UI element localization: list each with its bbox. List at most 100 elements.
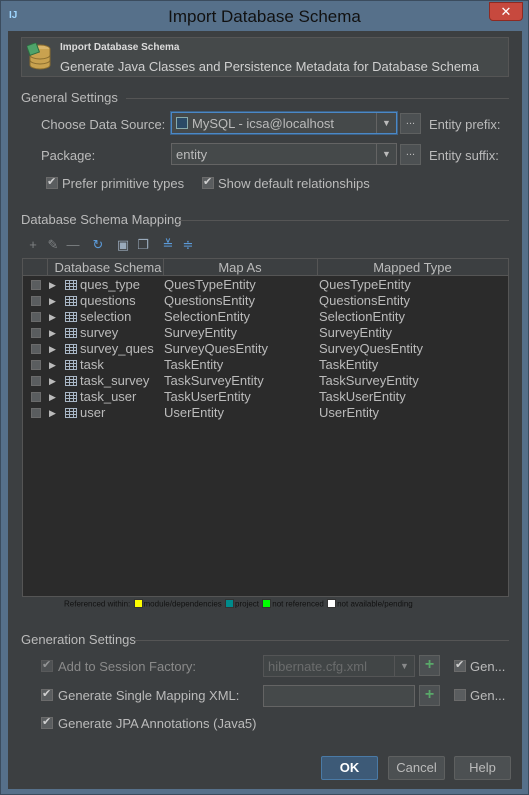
column-header-mapped-type[interactable]: Mapped Type — [317, 260, 508, 275]
table-row[interactable]: ▶ survey SurveyEntity SurveyEntity — [23, 325, 508, 341]
show-default-relationships-checkbox[interactable] — [202, 175, 214, 189]
cell-mapped-type[interactable]: TaskSurveyEntity — [319, 373, 419, 389]
close-button[interactable]: ✕ — [489, 2, 523, 21]
table-icon — [65, 408, 77, 418]
cell-mapped-type[interactable]: QuestionsEntity — [319, 293, 410, 309]
cancel-button[interactable]: Cancel — [388, 756, 445, 780]
package-value: entity — [176, 147, 208, 162]
cell-map-as[interactable]: TaskUserEntity — [164, 389, 251, 405]
chevron-down-icon[interactable]: ▼ — [376, 144, 396, 164]
cell-map-as[interactable]: TaskSurveyEntity — [164, 373, 264, 389]
column-header-map-as[interactable]: Map As — [163, 260, 317, 275]
remove-icon[interactable]: — — [65, 237, 81, 253]
data-source-browse-button[interactable]: ... — [400, 113, 421, 134]
select-all-icon[interactable]: ▣ — [115, 237, 131, 253]
table-icon — [65, 360, 77, 370]
section-divider — [126, 98, 509, 99]
cell-schema: survey_ques — [80, 341, 154, 356]
cell-map-as[interactable]: SurveyEntity — [164, 325, 237, 341]
table-icon — [65, 392, 77, 402]
ok-button[interactable]: OK — [321, 756, 378, 780]
collapse-all-icon[interactable]: ≑ — [180, 237, 196, 253]
cell-map-as[interactable]: QuesTypeEntity — [164, 277, 256, 293]
cell-map-as[interactable]: TaskEntity — [164, 357, 223, 373]
schema-mapping-table[interactable]: Database Schema Map As Mapped Type ▶ que… — [22, 258, 509, 597]
session-factory-select[interactable]: hibernate.cfg.xml ▼ — [263, 655, 415, 677]
cell-mapped-type[interactable]: TaskEntity — [319, 357, 378, 373]
package-browse-button[interactable]: ... — [400, 144, 421, 165]
column-separator — [47, 259, 48, 276]
jpa-annotations-checkbox[interactable] — [41, 715, 53, 729]
legend-label: module/dependencies — [143, 599, 222, 609]
cell-mapped-type[interactable]: SurveyEntity — [319, 325, 392, 341]
table-row[interactable]: ▶ survey_ques SurveyQuesEntity SurveyQue… — [23, 341, 508, 357]
prefer-primitive-label: Prefer primitive types — [62, 176, 185, 191]
table-row[interactable]: ▶ task TaskEntity TaskEntity — [23, 357, 508, 373]
edit-icon[interactable]: ✎ — [45, 237, 61, 253]
chevron-down-icon[interactable]: ▼ — [376, 113, 396, 133]
cell-mapped-type[interactable]: TaskUserEntity — [319, 389, 406, 405]
table-row[interactable]: ▶ selection SelectionEntity SelectionEnt… — [23, 309, 508, 325]
row-checkbox[interactable] — [31, 280, 41, 290]
row-checkbox[interactable] — [31, 376, 41, 386]
cell-map-as[interactable]: UserEntity — [164, 405, 224, 421]
row-checkbox[interactable] — [31, 344, 41, 354]
row-checkbox[interactable] — [31, 392, 41, 402]
cell-schema: survey — [80, 325, 119, 340]
expand-arrow-icon[interactable]: ▶ — [49, 357, 56, 373]
expand-arrow-icon[interactable]: ▶ — [49, 373, 56, 389]
cell-map-as[interactable]: SurveyQuesEntity — [164, 341, 268, 357]
expand-arrow-icon[interactable]: ▶ — [49, 389, 56, 405]
row-checkbox[interactable] — [31, 408, 41, 418]
expand-arrow-icon[interactable]: ▶ — [49, 309, 56, 325]
window-title: Import Database Schema — [168, 7, 361, 26]
expand-arrow-icon[interactable]: ▶ — [49, 293, 56, 309]
table-row[interactable]: ▶ task_survey TaskSurveyEntity TaskSurve… — [23, 373, 508, 389]
banner-title: Import Database Schema — [60, 42, 180, 53]
single-mapping-xml-checkbox[interactable] — [41, 687, 53, 701]
unselect-all-icon[interactable]: ❐ — [135, 237, 151, 253]
gen-checkbox-2[interactable] — [454, 689, 466, 701]
cell-map-as[interactable]: QuestionsEntity — [164, 293, 255, 309]
add-icon[interactable]: + — [25, 237, 41, 253]
expand-arrow-icon[interactable]: ▶ — [49, 405, 56, 421]
cell-mapped-type[interactable]: SelectionEntity — [319, 309, 405, 325]
column-header-schema[interactable]: Database Schema — [53, 260, 163, 275]
table-row[interactable]: ▶ user UserEntity UserEntity — [23, 405, 508, 421]
gen-checkbox-1[interactable] — [454, 658, 466, 672]
expand-arrow-icon[interactable]: ▶ — [49, 277, 56, 293]
cell-mapped-type[interactable]: QuesTypeEntity — [319, 277, 411, 293]
table-header: Database Schema Map As Mapped Type — [23, 259, 508, 276]
legend-label: not available/pending — [337, 599, 413, 609]
table-icon — [65, 280, 77, 290]
table-row[interactable]: ▶ ques_type QuesTypeEntity QuesTypeEntit… — [23, 277, 508, 293]
single-mapping-xml-field[interactable] — [263, 685, 415, 707]
table-row[interactable]: ▶ task_user TaskUserEntity TaskUserEntit… — [23, 389, 508, 405]
help-button[interactable]: Help — [454, 756, 511, 780]
expand-all-icon[interactable]: ≚ — [160, 237, 176, 253]
datasource-icon — [176, 117, 188, 129]
row-checkbox[interactable] — [31, 360, 41, 370]
row-checkbox[interactable] — [31, 296, 41, 306]
chevron-down-icon[interactable]: ▼ — [394, 656, 414, 676]
prefer-primitive-checkbox[interactable] — [46, 175, 58, 189]
expand-arrow-icon[interactable]: ▶ — [49, 325, 56, 341]
cell-mapped-type[interactable]: SurveyQuesEntity — [319, 341, 423, 357]
cell-map-as[interactable]: SelectionEntity — [164, 309, 250, 325]
table-icon — [65, 296, 77, 306]
package-select[interactable]: entity ▼ — [171, 143, 397, 165]
general-settings-heading: General Settings — [21, 90, 118, 105]
table-icon — [65, 344, 77, 354]
cell-mapped-type[interactable]: UserEntity — [319, 405, 379, 421]
row-checkbox[interactable] — [31, 328, 41, 338]
row-checkbox[interactable] — [31, 312, 41, 322]
refresh-icon[interactable]: ↻ — [90, 237, 106, 253]
expand-arrow-icon[interactable]: ▶ — [49, 341, 56, 357]
add-session-factory-checkbox[interactable] — [41, 658, 53, 672]
legend-swatch-teal — [225, 599, 235, 609]
add-mapping-file-button[interactable]: + — [419, 685, 440, 706]
add-session-file-button[interactable]: + — [419, 655, 440, 676]
table-row[interactable]: ▶ questions QuestionsEntity QuestionsEnt… — [23, 293, 508, 309]
data-source-select[interactable]: MySQL - icsa@localhost ▼ — [171, 112, 397, 134]
gen-label-1: Gen... — [470, 659, 506, 674]
